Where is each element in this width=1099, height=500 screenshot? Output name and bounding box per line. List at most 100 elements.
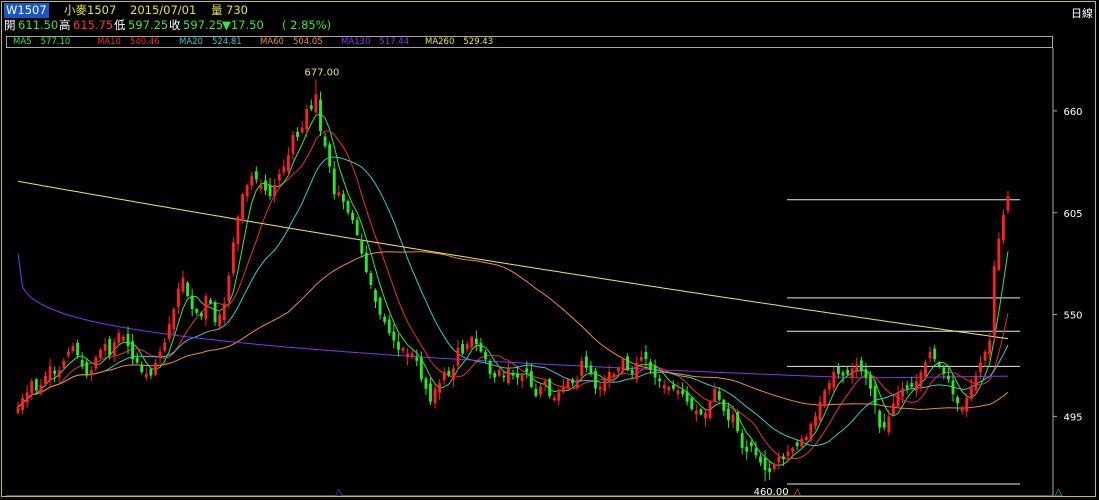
candle <box>731 407 735 429</box>
candle-body <box>53 370 57 374</box>
horizontal-levels <box>787 199 1020 485</box>
candle <box>795 440 799 451</box>
candle-body <box>612 373 616 378</box>
candle <box>740 428 744 455</box>
candle-body <box>649 362 652 371</box>
candle-body <box>804 436 808 441</box>
candle-body <box>529 371 533 387</box>
candle <box>511 369 515 380</box>
candle <box>768 461 772 481</box>
candle <box>406 348 410 366</box>
candle-body <box>57 370 61 378</box>
candle-body <box>346 200 350 213</box>
candle <box>699 408 703 416</box>
candle-body <box>502 375 506 378</box>
candle-body <box>896 392 900 407</box>
candle <box>676 382 680 400</box>
candle-body <box>16 407 20 413</box>
candle-body <box>470 336 474 348</box>
candle <box>814 411 817 430</box>
candle-body <box>928 351 932 359</box>
candle-body <box>438 383 442 393</box>
candle-body <box>231 242 235 274</box>
candle-body <box>117 333 121 343</box>
candle <box>268 177 272 201</box>
ma20-line <box>17 156 1009 447</box>
candle <box>66 347 70 359</box>
candle-body <box>580 360 584 376</box>
candle-body <box>827 383 831 390</box>
candle <box>479 338 483 353</box>
candle <box>254 166 258 184</box>
candle-body <box>319 99 322 132</box>
candle-body <box>937 363 941 367</box>
candle-body <box>181 277 185 292</box>
candle <box>589 361 593 377</box>
candle <box>300 121 304 134</box>
candle <box>745 440 749 460</box>
candle <box>195 307 199 316</box>
candle <box>736 411 740 434</box>
candle-body <box>846 370 850 374</box>
candle-body <box>167 323 171 340</box>
candle-body <box>360 239 364 254</box>
candle-body <box>176 288 180 307</box>
chart-window: W1507 小麥1507 2015/07/01 量 730 開 611.50 高… <box>0 0 1099 500</box>
candle-body <box>832 371 836 388</box>
candle <box>85 357 89 379</box>
candle <box>630 365 634 379</box>
candle <box>548 377 552 399</box>
candle-body <box>76 343 80 356</box>
candle <box>419 351 423 383</box>
candle <box>685 386 689 406</box>
candle-body <box>974 375 978 391</box>
candle-body <box>548 378 552 397</box>
candle <box>644 345 648 367</box>
candle-body <box>80 359 84 367</box>
candle <box>172 306 176 336</box>
candle-body <box>749 442 753 447</box>
candle <box>891 395 895 417</box>
candle-body <box>919 371 923 387</box>
candle <box>291 131 295 161</box>
high-annotation: 677.00 <box>304 67 339 78</box>
candle <box>323 132 327 149</box>
low-annotation: 460.00 <box>754 487 789 498</box>
marker-triangle-2: △ <box>1055 487 1063 498</box>
candle-body <box>493 373 497 378</box>
candle-body <box>241 194 245 222</box>
candle-body <box>25 392 29 403</box>
candle-body <box>644 351 648 360</box>
y-tick-label: 660 <box>1063 107 1082 118</box>
candle-body <box>914 381 918 391</box>
candle <box>667 385 671 395</box>
candle-body <box>603 379 607 392</box>
candle <box>21 393 25 415</box>
candle <box>704 409 707 427</box>
candle-body <box>740 433 744 448</box>
candle-body <box>488 361 492 374</box>
candle-body <box>960 407 964 411</box>
candle <box>117 328 121 346</box>
candle-body <box>227 275 231 301</box>
candle <box>997 232 1001 272</box>
candle <box>759 453 762 466</box>
candle <box>800 434 804 449</box>
candlestick-chart[interactable]: 660605550495 677.00460.00△△△△△ <box>0 0 1099 500</box>
candle-body <box>268 185 272 197</box>
candle-body <box>328 144 332 167</box>
candle <box>456 340 460 370</box>
candle-body <box>213 302 217 322</box>
candle <box>144 367 148 381</box>
marker-triangle-1: △ <box>793 487 801 498</box>
candle <box>539 383 542 398</box>
candle-body <box>653 365 657 378</box>
candle-body <box>823 390 827 407</box>
candle-body <box>126 333 130 347</box>
candle-body <box>933 348 937 360</box>
candle-body <box>566 379 570 389</box>
candle-body <box>946 375 950 380</box>
candle-body <box>543 381 547 385</box>
candle-body <box>786 451 790 457</box>
candle-body <box>818 401 822 421</box>
